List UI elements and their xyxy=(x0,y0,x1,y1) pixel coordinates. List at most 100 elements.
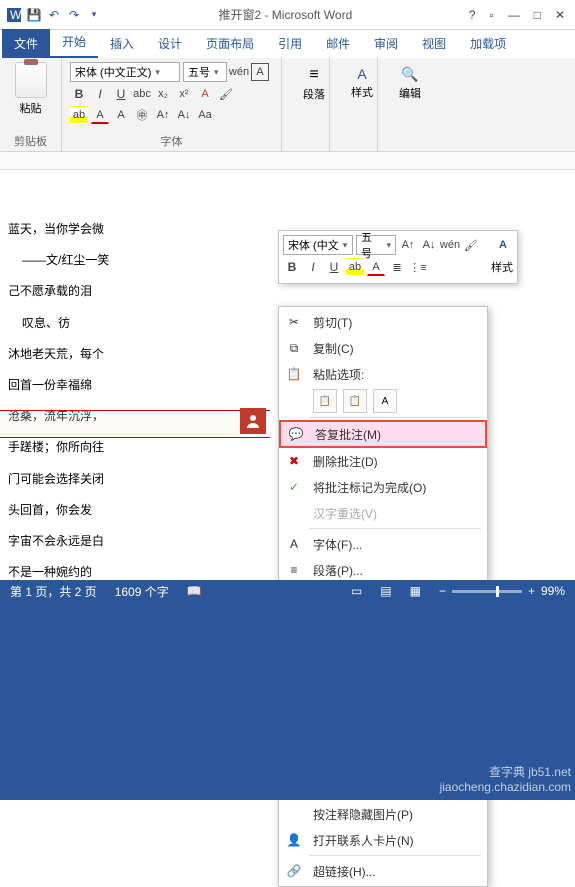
doc-line: 字宙不会永远是白 xyxy=(8,532,138,551)
mini-grow-font-icon[interactable]: A↑ xyxy=(399,236,417,254)
qat-dropdown-icon[interactable]: ▾ xyxy=(86,7,102,23)
subscript-button[interactable]: x₂ xyxy=(154,85,172,103)
mini-italic-button[interactable]: I xyxy=(304,258,322,276)
ruler xyxy=(0,152,575,170)
zoom-slider[interactable] xyxy=(452,590,522,593)
redo-icon[interactable]: ↷ xyxy=(66,7,82,23)
tab-view[interactable]: 视图 xyxy=(410,29,458,58)
doc-line: 蓝天，当你学会微 xyxy=(8,220,138,239)
doc-line: 回首一份幸福绵 xyxy=(8,376,138,395)
delete-comment-icon: ✖ xyxy=(285,452,303,470)
paste-keep-formatting[interactable]: 📋 xyxy=(313,389,337,413)
italic-button[interactable]: I xyxy=(91,85,109,103)
font-color-button[interactable]: A xyxy=(91,106,109,124)
language-status[interactable]: 📖 xyxy=(187,584,202,598)
paste-text-only[interactable]: A xyxy=(373,389,397,413)
ctx-paste-options-label: 📋粘贴选项: xyxy=(279,361,487,387)
ctx-mark-done[interactable]: ✓将批注标记为完成(O) xyxy=(279,474,487,500)
ctx-hide-pictures[interactable]: 按注释隐藏图片(P) xyxy=(279,801,487,827)
styles-label: 样式 xyxy=(351,84,373,100)
paragraph-icon[interactable]: ≡ xyxy=(309,66,318,84)
view-print-icon[interactable]: ▭ xyxy=(351,584,362,598)
mini-underline-button[interactable]: U xyxy=(325,258,343,276)
enclose-char-icon[interactable]: ㊥ xyxy=(133,106,151,124)
status-bar: 第 1 页，共 2 页 1609 个字 📖 ▭ ▤ ▦ − + 99% xyxy=(0,580,575,602)
paragraph-label: 段落 xyxy=(303,86,325,102)
page-status[interactable]: 第 1 页，共 2 页 xyxy=(10,583,97,600)
zoom-level[interactable]: 99% xyxy=(541,584,565,598)
maximize-button[interactable]: □ xyxy=(534,8,541,22)
ctx-delete-comment[interactable]: ✖删除批注(D) xyxy=(279,448,487,474)
font-dialog-icon: A xyxy=(285,535,303,553)
font-combo[interactable]: 宋体 (中文正文) xyxy=(70,62,180,82)
paragraph-dialog-icon: ≡ xyxy=(285,561,303,579)
tab-home[interactable]: 开始 xyxy=(50,27,98,58)
paste-icon[interactable] xyxy=(15,62,47,98)
ctx-font[interactable]: A字体(F)... xyxy=(279,531,487,557)
ctx-open-contact[interactable]: 👤打开联系人卡片(N) xyxy=(279,827,487,853)
save-icon[interactable]: 💾 xyxy=(26,7,42,23)
shrink-font-icon[interactable]: A↓ xyxy=(175,106,193,124)
char-shading-icon[interactable]: A xyxy=(112,106,130,124)
size-combo[interactable]: 五号 xyxy=(183,62,227,82)
mini-bold-button[interactable]: B xyxy=(283,258,301,276)
mini-styles-icon[interactable]: A xyxy=(494,236,512,254)
paste-merge-formatting[interactable]: 📋 xyxy=(343,389,367,413)
mini-format-painter-icon[interactable]: 🖌 xyxy=(462,236,480,254)
grow-font-icon[interactable]: A↑ xyxy=(154,106,172,124)
tab-mail[interactable]: 邮件 xyxy=(314,29,362,58)
mini-bullets-icon[interactable]: ≣ xyxy=(388,258,406,276)
doc-line: 己不愿承载的泪 xyxy=(8,282,138,301)
phonetic-icon[interactable]: wén xyxy=(230,63,248,81)
tab-layout[interactable]: 页面布局 xyxy=(194,29,266,58)
comment-avatar-icon[interactable] xyxy=(240,408,266,434)
ctx-reply-comment[interactable]: 💬答复批注(M) xyxy=(279,420,487,448)
doc-line: 沐地老天荒，每个 xyxy=(8,345,138,364)
zoom-out-button[interactable]: − xyxy=(439,584,446,598)
doc-line: 门可能会选择关闭 xyxy=(8,470,138,489)
ctx-hyperlink[interactable]: 🔗超链接(H)... xyxy=(279,858,487,884)
minimize-button[interactable]: — xyxy=(508,8,520,22)
highlight-button[interactable]: ab xyxy=(70,106,88,124)
tab-references[interactable]: 引用 xyxy=(266,29,314,58)
format-painter-icon[interactable]: 🖌 xyxy=(217,85,235,103)
comment-range-mark xyxy=(0,410,270,438)
find-icon[interactable]: 🔍 xyxy=(401,66,418,83)
mini-size-combo[interactable]: 五号 xyxy=(356,235,396,255)
styles-icon[interactable]: A xyxy=(357,66,366,82)
word-count[interactable]: 1609 个字 xyxy=(115,583,169,600)
bold-button[interactable]: B xyxy=(70,85,88,103)
superscript-button[interactable]: x² xyxy=(175,85,193,103)
tab-file[interactable]: 文件 xyxy=(2,29,50,58)
ctx-cut[interactable]: ✂剪切(T) xyxy=(279,309,487,335)
ctx-copy[interactable]: ⧉复制(C) xyxy=(279,335,487,361)
ctx-reconvert: 汉字重选(V) xyxy=(279,500,487,526)
view-read-icon[interactable]: ▤ xyxy=(380,584,391,598)
change-case-icon[interactable]: Aa xyxy=(196,106,214,124)
tab-addins[interactable]: 加载项 xyxy=(458,29,518,58)
underline-button[interactable]: U xyxy=(112,85,130,103)
mini-numbering-icon[interactable]: ⋮≡ xyxy=(409,258,427,276)
char-border-icon[interactable]: A xyxy=(251,63,269,81)
mini-font-combo[interactable]: 宋体 (中文 xyxy=(283,235,353,255)
doc-line: 头回首，你会发 xyxy=(8,501,138,520)
mini-phonetic-icon[interactable]: wén xyxy=(441,236,459,254)
undo-icon[interactable]: ↶ xyxy=(46,7,62,23)
check-icon: ✓ xyxy=(285,478,303,496)
zoom-in-button[interactable]: + xyxy=(528,584,535,598)
help-button[interactable]: ? xyxy=(469,8,476,22)
text-effects-icon[interactable]: A xyxy=(196,85,214,103)
ribbon-display-button[interactable]: ▫ xyxy=(489,8,493,22)
tab-design[interactable]: 设计 xyxy=(146,29,194,58)
tab-insert[interactable]: 插入 xyxy=(98,29,146,58)
mini-shrink-font-icon[interactable]: A↓ xyxy=(420,236,438,254)
close-button[interactable]: ✕ xyxy=(555,8,565,22)
paste-label: 粘贴 xyxy=(20,100,42,116)
background-fill: 查字典 jb51.net jiaocheng.chazidian.com xyxy=(0,602,575,800)
copy-icon: ⧉ xyxy=(285,339,303,357)
separator xyxy=(309,855,481,856)
strike-button[interactable]: abc xyxy=(133,85,151,103)
view-web-icon[interactable]: ▦ xyxy=(410,584,421,598)
tab-review[interactable]: 审阅 xyxy=(362,29,410,58)
doc-line: ——文/红尘一笑 xyxy=(8,251,138,270)
